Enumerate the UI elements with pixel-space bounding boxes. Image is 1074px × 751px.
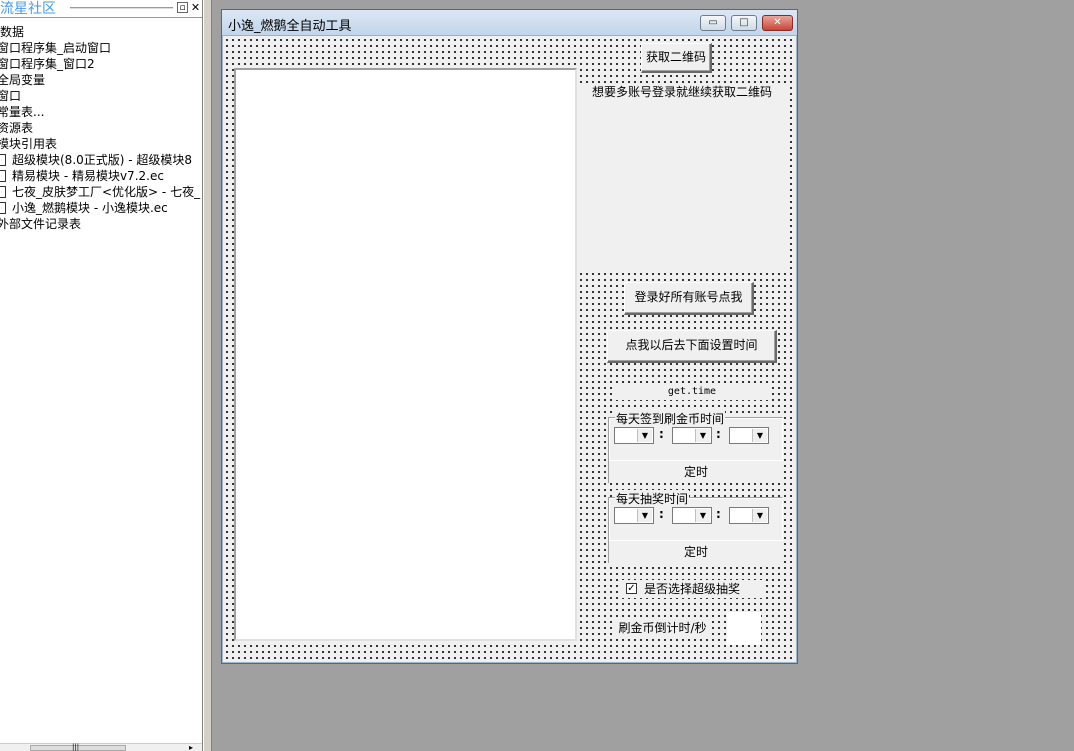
multi-account-hint: 想要多账号登录就继续获取二维码 xyxy=(578,83,786,101)
login-all-accounts-button[interactable]: 登录好所有账号点我 xyxy=(624,282,754,315)
chevron-down-icon: ▼ xyxy=(695,509,710,522)
form-client-area: 获取二维码 想要多账号登录就继续获取二维码 登录好所有账号点我 点我以后去下面设… xyxy=(224,37,795,661)
time-separator: : xyxy=(716,427,721,441)
window-title: 小逸_燃鹅全自动工具 xyxy=(228,19,352,34)
project-tree: 数据 窗口程序集_启动窗口 窗口程序集_窗口2 全局变量 窗口 常量表... 资… xyxy=(0,17,202,744)
minimize-button[interactable]: ▭ xyxy=(700,15,726,31)
module-file-icon xyxy=(0,186,6,198)
module-file-icon xyxy=(0,170,6,182)
tree-item-window2-assembly[interactable]: 窗口程序集_窗口2 xyxy=(0,56,95,72)
super-lottery-checkbox[interactable]: ✓ xyxy=(626,583,637,594)
lottery-time-legend: 每天抽奖时间 xyxy=(615,490,690,507)
set-time-button[interactable]: 点我以后去下面设置时间 xyxy=(607,330,777,363)
get-qr-code-button[interactable]: 获取二维码 xyxy=(641,43,712,73)
tree-item-global-variables[interactable]: 全局变量 xyxy=(0,72,45,88)
tree-item-module[interactable]: 精易模块 - 精易模块v7.2.ec xyxy=(0,168,164,184)
close-icon[interactable]: ✕ xyxy=(190,2,201,13)
checkin-time-legend: 每天签到刷金币时间 xyxy=(615,410,726,427)
hour-dropdown[interactable]: ▼ xyxy=(614,427,654,444)
super-lottery-label: 是否选择超级抽奖 xyxy=(644,582,741,596)
window-titlebar[interactable]: 小逸_燃鹅全自动工具 ▭ □ ✕ xyxy=(222,10,797,36)
checkin-timer-button[interactable]: 定时 xyxy=(609,460,783,483)
time-separator: : xyxy=(659,507,664,521)
chevron-down-icon: ▼ xyxy=(695,429,710,442)
tree-item-module[interactable]: 超级模块(8.0正式版) - 超级模块8 xyxy=(0,152,192,168)
super-lottery-option[interactable]: ✓ 是否选择超级抽奖 xyxy=(622,580,764,598)
panel-header: 流星社区 ▫ ✕ xyxy=(0,0,202,17)
scrollbar-grip: ||| xyxy=(72,743,80,751)
countdown-label: 刷金币倒计时/秒 xyxy=(614,619,711,637)
time-separator: : xyxy=(659,427,664,441)
countdown-value-box xyxy=(727,612,761,645)
tree-item-windows[interactable]: 窗口 xyxy=(0,88,21,104)
close-button[interactable]: ✕ xyxy=(762,15,793,31)
module-file-icon xyxy=(0,202,6,214)
time-separator: : xyxy=(716,507,721,521)
chevron-down-icon: ▼ xyxy=(752,509,767,522)
horizontal-scrollbar[interactable]: ||| ▸ xyxy=(0,743,202,751)
minute-dropdown[interactable]: ▼ xyxy=(672,427,712,444)
chevron-down-icon: ▼ xyxy=(637,509,652,522)
scroll-right-arrow-icon[interactable]: ▸ xyxy=(189,743,193,751)
lottery-time-group: 每天抽奖时间 ▼ : ▼ : ▼ 定时 xyxy=(608,490,783,563)
checkin-time-group: 每天签到刷金币时间 ▼ : ▼ : ▼ 定时 xyxy=(608,410,783,483)
second-dropdown[interactable]: ▼ xyxy=(729,507,769,524)
minimize-icon: ▭ xyxy=(708,17,718,28)
form-window: 小逸_燃鹅全自动工具 ▭ □ ✕ 获取二维码 想要多账号登录就继续获取二维码 登… xyxy=(221,9,798,664)
tree-item-data[interactable]: 数据 xyxy=(0,24,24,40)
tree-item-resources[interactable]: 资源表 xyxy=(0,120,33,136)
second-dropdown[interactable]: ▼ xyxy=(729,427,769,444)
tree-item-module-references[interactable]: 模块引用表 xyxy=(0,136,57,152)
tree-item-external-files[interactable]: 外部文件记录表 xyxy=(0,216,81,232)
minute-dropdown[interactable]: ▼ xyxy=(672,507,712,524)
project-panel: 流星社区 ▫ ✕ 数据 窗口程序集_启动窗口 窗口程序集_窗口2 全局变量 窗口… xyxy=(0,0,203,751)
tree-item-module[interactable]: 七夜_皮肤梦工厂<优化版> - 七夜_ xyxy=(0,184,200,200)
module-file-icon xyxy=(0,154,6,166)
brand-logo-text: 流星社区 xyxy=(0,1,56,17)
hour-dropdown[interactable]: ▼ xyxy=(614,507,654,524)
qr-code-area xyxy=(578,102,786,272)
header-divider xyxy=(70,7,173,9)
current-time-label: get.time xyxy=(616,384,768,400)
account-list-box[interactable] xyxy=(234,68,577,641)
tree-item-constants[interactable]: 常量表... xyxy=(0,104,44,120)
maximize-icon: □ xyxy=(739,17,749,28)
pin-icon[interactable]: ▫ xyxy=(177,2,188,13)
maximize-button[interactable]: □ xyxy=(731,15,757,31)
tree-item-module[interactable]: 小逸_燃鹅模块 - 小逸模块.ec xyxy=(0,200,168,216)
checkmark-icon: ✓ xyxy=(627,583,636,594)
chevron-down-icon: ▼ xyxy=(752,429,767,442)
chevron-down-icon: ▼ xyxy=(637,429,652,442)
tree-item-startup-window-assembly[interactable]: 窗口程序集_启动窗口 xyxy=(0,40,111,56)
close-icon: ✕ xyxy=(773,17,782,28)
panel-splitter[interactable] xyxy=(203,0,212,751)
lottery-timer-button[interactable]: 定时 xyxy=(609,540,783,563)
